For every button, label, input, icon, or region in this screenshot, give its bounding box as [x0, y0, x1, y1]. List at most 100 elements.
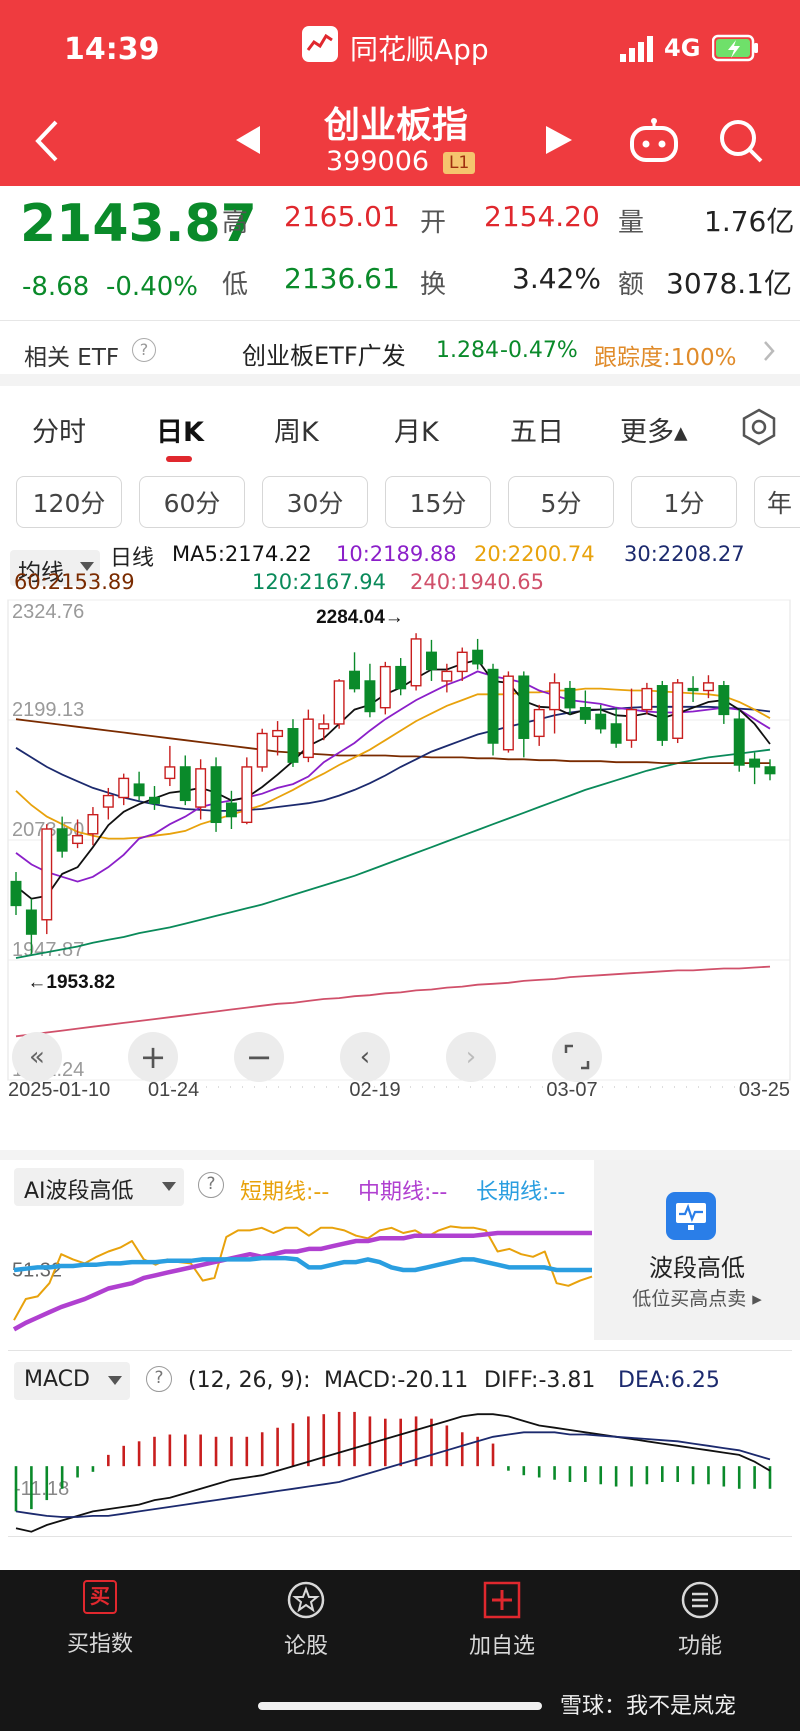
high-value: 2165.01	[284, 200, 400, 233]
zoom-in-button[interactable]: +	[128, 1032, 178, 1082]
ma60-value: 60:2153.89	[14, 570, 135, 594]
candle-body	[225, 802, 237, 818]
watermark: 雪球：我不是岚宠	[560, 1694, 737, 1719]
candle-body	[487, 668, 499, 744]
fullscreen-button[interactable]	[552, 1032, 602, 1082]
wave-promo-card[interactable]: 波段高低 低位买高点卖 ▸	[594, 1160, 800, 1340]
chip-30min[interactable]: 30分	[262, 476, 368, 528]
nav-add-watchlist[interactable]: 加自选	[442, 1580, 562, 1660]
double-left-icon: «	[29, 1042, 45, 1072]
wave-series-line	[12, 1230, 592, 1332]
network-type: 4G	[664, 34, 701, 62]
open-value: 2154.20	[484, 200, 600, 233]
tab-fenshi[interactable]: 分时	[32, 410, 86, 449]
menu-icon	[681, 1581, 719, 1619]
candle-body	[10, 880, 22, 907]
candle-body	[626, 708, 637, 741]
home-indicator	[258, 1702, 542, 1710]
chip-120min[interactable]: 120分	[16, 476, 122, 528]
candle-body	[610, 723, 622, 744]
chip-1min[interactable]: 1分	[631, 476, 737, 528]
tab-more[interactable]: 更多▴	[620, 410, 688, 449]
tab-daily-k[interactable]: 日K	[156, 410, 204, 449]
y-tick-label: 2199.13	[12, 699, 84, 721]
help-icon[interactable]: ?	[146, 1366, 172, 1392]
help-icon[interactable]: ?	[198, 1172, 224, 1198]
chip-5min[interactable]: 5分	[508, 476, 614, 528]
back-arrow-icon[interactable]	[30, 118, 64, 168]
etf-name[interactable]: 创业板ETF广发	[242, 336, 406, 371]
candle-body	[118, 777, 130, 799]
candle-body	[195, 768, 207, 808]
candle-body	[210, 766, 222, 824]
open-label: 开	[420, 208, 447, 238]
next-index-icon[interactable]	[546, 126, 572, 158]
nav-discuss[interactable]: 论股	[246, 1580, 366, 1660]
prev-index-icon[interactable]	[236, 126, 262, 158]
discuss-icon	[287, 1581, 325, 1619]
scroll-right-button[interactable]: ›	[446, 1032, 496, 1082]
nav-functions[interactable]: 功能	[640, 1580, 760, 1660]
candle-body	[733, 718, 745, 766]
etf-price: 1.284	[436, 338, 499, 363]
chip-60min[interactable]: 60分	[139, 476, 245, 528]
etf-tracking: 跟踪度:100%	[594, 345, 737, 371]
macd-chart[interactable]: -11.18	[0, 1398, 800, 1538]
search-icon[interactable]	[718, 118, 764, 168]
candle-body	[425, 651, 437, 671]
ma5-value: MA5:2174.22	[172, 542, 312, 566]
ma10-value: 10:2189.88	[336, 542, 457, 566]
candle-body	[764, 766, 776, 775]
candle-body	[302, 718, 314, 759]
candle-body	[164, 766, 176, 780]
app-logo-icon	[302, 26, 338, 62]
candle-body	[56, 828, 68, 852]
minus-icon: −	[245, 1038, 273, 1076]
candle-body	[41, 828, 53, 921]
low-label: 低	[222, 270, 249, 300]
help-icon[interactable]: ?	[132, 338, 156, 362]
candle-body	[379, 665, 391, 709]
robot-assistant-icon[interactable]	[628, 118, 680, 168]
nav-label: 论股	[283, 1634, 328, 1659]
ma120-value: 120:2167.94	[252, 570, 386, 594]
fullscreen-icon	[564, 1044, 590, 1070]
candle-body	[564, 687, 576, 709]
candlestick-chart[interactable]: 2324.762199.132073.501947.871822.242284.…	[0, 592, 800, 1097]
scroll-left-button[interactable]: ‹	[340, 1032, 390, 1082]
turnover-value: 3.42%	[512, 262, 601, 295]
zoom-out-button[interactable]: −	[234, 1032, 284, 1082]
diff-value: DIFF:-3.81	[484, 1368, 596, 1393]
candle-body	[595, 713, 607, 730]
chevron-right-icon: ›	[465, 1042, 477, 1072]
candle-body	[25, 909, 37, 935]
signal-icon	[620, 36, 654, 66]
candle-body	[533, 708, 545, 738]
volume-label: 量	[618, 208, 645, 238]
macd-value: MACD:-20.11	[324, 1368, 469, 1393]
tab-weekly-k[interactable]: 周K	[274, 410, 319, 449]
tab-monthly-k[interactable]: 月K	[394, 410, 439, 449]
candle-body	[641, 687, 653, 711]
fast-back-button[interactable]: «	[12, 1032, 62, 1082]
candle-body	[549, 682, 561, 711]
x-tick-label: 03-25	[739, 1079, 790, 1097]
price-change: -8.68	[22, 272, 90, 302]
diff-line	[15, 1413, 771, 1533]
nav-buy-index[interactable]: 买 买指数	[40, 1580, 160, 1658]
settings-icon[interactable]	[740, 408, 778, 450]
macd-select[interactable]: MACD	[14, 1362, 130, 1400]
x-tick-label: 2025-01-10	[8, 1079, 110, 1097]
volume-value: 1.76亿	[704, 205, 795, 238]
y-tick-label: 2324.76	[12, 601, 84, 623]
tab-five-day[interactable]: 五日	[510, 410, 564, 449]
buy-icon: 买	[83, 1580, 117, 1614]
macd-title: MACD	[24, 1367, 90, 1392]
etf-label: 相关 ETF	[24, 345, 120, 371]
ma240-line	[15, 965, 771, 1038]
max-price-annotation: 2284.04→	[316, 607, 404, 628]
chevron-right-icon[interactable]	[762, 340, 776, 366]
chip-year[interactable]: 年	[754, 476, 800, 528]
candle-body	[133, 783, 145, 797]
chip-15min[interactable]: 15分	[385, 476, 491, 528]
